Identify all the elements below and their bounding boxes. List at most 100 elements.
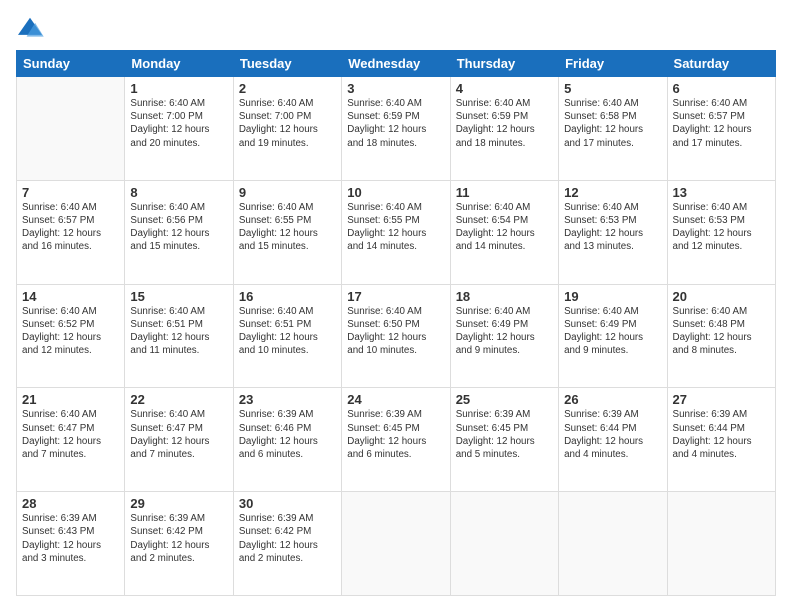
day-number: 18 (456, 289, 553, 304)
calendar-cell: 29Sunrise: 6:39 AM Sunset: 6:42 PM Dayli… (125, 492, 233, 596)
calendar-cell (342, 492, 450, 596)
calendar-cell: 6Sunrise: 6:40 AM Sunset: 6:57 PM Daylig… (667, 77, 775, 181)
calendar-cell: 7Sunrise: 6:40 AM Sunset: 6:57 PM Daylig… (17, 180, 125, 284)
calendar-cell: 26Sunrise: 6:39 AM Sunset: 6:44 PM Dayli… (559, 388, 667, 492)
day-info: Sunrise: 6:40 AM Sunset: 6:50 PM Dayligh… (347, 305, 444, 358)
day-number: 16 (239, 289, 336, 304)
calendar-cell: 3Sunrise: 6:40 AM Sunset: 6:59 PM Daylig… (342, 77, 450, 181)
day-number: 8 (130, 185, 227, 200)
weekday-header: Thursday (450, 51, 558, 77)
day-number: 10 (347, 185, 444, 200)
calendar-cell: 10Sunrise: 6:40 AM Sunset: 6:55 PM Dayli… (342, 180, 450, 284)
calendar-cell: 27Sunrise: 6:39 AM Sunset: 6:44 PM Dayli… (667, 388, 775, 492)
calendar-cell: 19Sunrise: 6:40 AM Sunset: 6:49 PM Dayli… (559, 284, 667, 388)
weekday-header: Tuesday (233, 51, 341, 77)
day-number: 14 (22, 289, 119, 304)
calendar-cell (450, 492, 558, 596)
calendar-table: SundayMondayTuesdayWednesdayThursdayFrid… (16, 50, 776, 596)
calendar-cell: 23Sunrise: 6:39 AM Sunset: 6:46 PM Dayli… (233, 388, 341, 492)
calendar-row: 28Sunrise: 6:39 AM Sunset: 6:43 PM Dayli… (17, 492, 776, 596)
calendar-cell (667, 492, 775, 596)
calendar-cell: 18Sunrise: 6:40 AM Sunset: 6:49 PM Dayli… (450, 284, 558, 388)
weekday-header: Monday (125, 51, 233, 77)
day-info: Sunrise: 6:39 AM Sunset: 6:42 PM Dayligh… (239, 512, 336, 565)
day-number: 22 (130, 392, 227, 407)
calendar-cell: 9Sunrise: 6:40 AM Sunset: 6:55 PM Daylig… (233, 180, 341, 284)
day-number: 30 (239, 496, 336, 511)
day-info: Sunrise: 6:39 AM Sunset: 6:44 PM Dayligh… (564, 408, 661, 461)
calendar-cell: 4Sunrise: 6:40 AM Sunset: 6:59 PM Daylig… (450, 77, 558, 181)
calendar-row: 14Sunrise: 6:40 AM Sunset: 6:52 PM Dayli… (17, 284, 776, 388)
day-info: Sunrise: 6:40 AM Sunset: 6:56 PM Dayligh… (130, 201, 227, 254)
day-number: 23 (239, 392, 336, 407)
day-info: Sunrise: 6:39 AM Sunset: 6:42 PM Dayligh… (130, 512, 227, 565)
calendar-cell: 24Sunrise: 6:39 AM Sunset: 6:45 PM Dayli… (342, 388, 450, 492)
day-number: 11 (456, 185, 553, 200)
calendar-cell: 8Sunrise: 6:40 AM Sunset: 6:56 PM Daylig… (125, 180, 233, 284)
weekday-header: Wednesday (342, 51, 450, 77)
calendar-cell: 17Sunrise: 6:40 AM Sunset: 6:50 PM Dayli… (342, 284, 450, 388)
day-info: Sunrise: 6:39 AM Sunset: 6:46 PM Dayligh… (239, 408, 336, 461)
day-number: 19 (564, 289, 661, 304)
calendar-cell: 13Sunrise: 6:40 AM Sunset: 6:53 PM Dayli… (667, 180, 775, 284)
day-info: Sunrise: 6:40 AM Sunset: 7:00 PM Dayligh… (239, 97, 336, 150)
calendar-cell: 5Sunrise: 6:40 AM Sunset: 6:58 PM Daylig… (559, 77, 667, 181)
calendar-cell (559, 492, 667, 596)
day-info: Sunrise: 6:40 AM Sunset: 6:49 PM Dayligh… (456, 305, 553, 358)
day-number: 25 (456, 392, 553, 407)
calendar-header-row: SundayMondayTuesdayWednesdayThursdayFrid… (17, 51, 776, 77)
calendar-cell: 16Sunrise: 6:40 AM Sunset: 6:51 PM Dayli… (233, 284, 341, 388)
day-number: 17 (347, 289, 444, 304)
day-info: Sunrise: 6:40 AM Sunset: 6:59 PM Dayligh… (347, 97, 444, 150)
day-number: 26 (564, 392, 661, 407)
day-number: 13 (673, 185, 770, 200)
day-number: 29 (130, 496, 227, 511)
calendar-cell: 30Sunrise: 6:39 AM Sunset: 6:42 PM Dayli… (233, 492, 341, 596)
calendar-row: 1Sunrise: 6:40 AM Sunset: 7:00 PM Daylig… (17, 77, 776, 181)
day-number: 24 (347, 392, 444, 407)
calendar-cell: 12Sunrise: 6:40 AM Sunset: 6:53 PM Dayli… (559, 180, 667, 284)
calendar-cell: 25Sunrise: 6:39 AM Sunset: 6:45 PM Dayli… (450, 388, 558, 492)
day-info: Sunrise: 6:40 AM Sunset: 6:51 PM Dayligh… (130, 305, 227, 358)
day-info: Sunrise: 6:40 AM Sunset: 7:00 PM Dayligh… (130, 97, 227, 150)
day-number: 5 (564, 81, 661, 96)
weekday-header: Saturday (667, 51, 775, 77)
weekday-header: Sunday (17, 51, 125, 77)
day-number: 28 (22, 496, 119, 511)
day-info: Sunrise: 6:40 AM Sunset: 6:58 PM Dayligh… (564, 97, 661, 150)
calendar-cell: 22Sunrise: 6:40 AM Sunset: 6:47 PM Dayli… (125, 388, 233, 492)
day-info: Sunrise: 6:40 AM Sunset: 6:53 PM Dayligh… (673, 201, 770, 254)
day-info: Sunrise: 6:40 AM Sunset: 6:52 PM Dayligh… (22, 305, 119, 358)
day-info: Sunrise: 6:40 AM Sunset: 6:47 PM Dayligh… (130, 408, 227, 461)
day-number: 20 (673, 289, 770, 304)
calendar-cell: 14Sunrise: 6:40 AM Sunset: 6:52 PM Dayli… (17, 284, 125, 388)
day-number: 3 (347, 81, 444, 96)
header (16, 16, 776, 40)
day-info: Sunrise: 6:40 AM Sunset: 6:57 PM Dayligh… (673, 97, 770, 150)
day-number: 27 (673, 392, 770, 407)
calendar-cell (17, 77, 125, 181)
day-number: 4 (456, 81, 553, 96)
day-info: Sunrise: 6:40 AM Sunset: 6:49 PM Dayligh… (564, 305, 661, 358)
day-info: Sunrise: 6:39 AM Sunset: 6:45 PM Dayligh… (456, 408, 553, 461)
day-info: Sunrise: 6:40 AM Sunset: 6:59 PM Dayligh… (456, 97, 553, 150)
day-info: Sunrise: 6:40 AM Sunset: 6:55 PM Dayligh… (239, 201, 336, 254)
day-number: 15 (130, 289, 227, 304)
day-number: 21 (22, 392, 119, 407)
day-info: Sunrise: 6:39 AM Sunset: 6:43 PM Dayligh… (22, 512, 119, 565)
day-info: Sunrise: 6:40 AM Sunset: 6:47 PM Dayligh… (22, 408, 119, 461)
calendar-row: 7Sunrise: 6:40 AM Sunset: 6:57 PM Daylig… (17, 180, 776, 284)
day-info: Sunrise: 6:39 AM Sunset: 6:44 PM Dayligh… (673, 408, 770, 461)
day-info: Sunrise: 6:40 AM Sunset: 6:54 PM Dayligh… (456, 201, 553, 254)
day-info: Sunrise: 6:39 AM Sunset: 6:45 PM Dayligh… (347, 408, 444, 461)
day-info: Sunrise: 6:40 AM Sunset: 6:48 PM Dayligh… (673, 305, 770, 358)
day-number: 1 (130, 81, 227, 96)
calendar-cell: 11Sunrise: 6:40 AM Sunset: 6:54 PM Dayli… (450, 180, 558, 284)
day-info: Sunrise: 6:40 AM Sunset: 6:55 PM Dayligh… (347, 201, 444, 254)
calendar-cell: 21Sunrise: 6:40 AM Sunset: 6:47 PM Dayli… (17, 388, 125, 492)
page: SundayMondayTuesdayWednesdayThursdayFrid… (0, 0, 792, 612)
logo (16, 16, 48, 40)
day-info: Sunrise: 6:40 AM Sunset: 6:51 PM Dayligh… (239, 305, 336, 358)
calendar-cell: 1Sunrise: 6:40 AM Sunset: 7:00 PM Daylig… (125, 77, 233, 181)
calendar-row: 21Sunrise: 6:40 AM Sunset: 6:47 PM Dayli… (17, 388, 776, 492)
